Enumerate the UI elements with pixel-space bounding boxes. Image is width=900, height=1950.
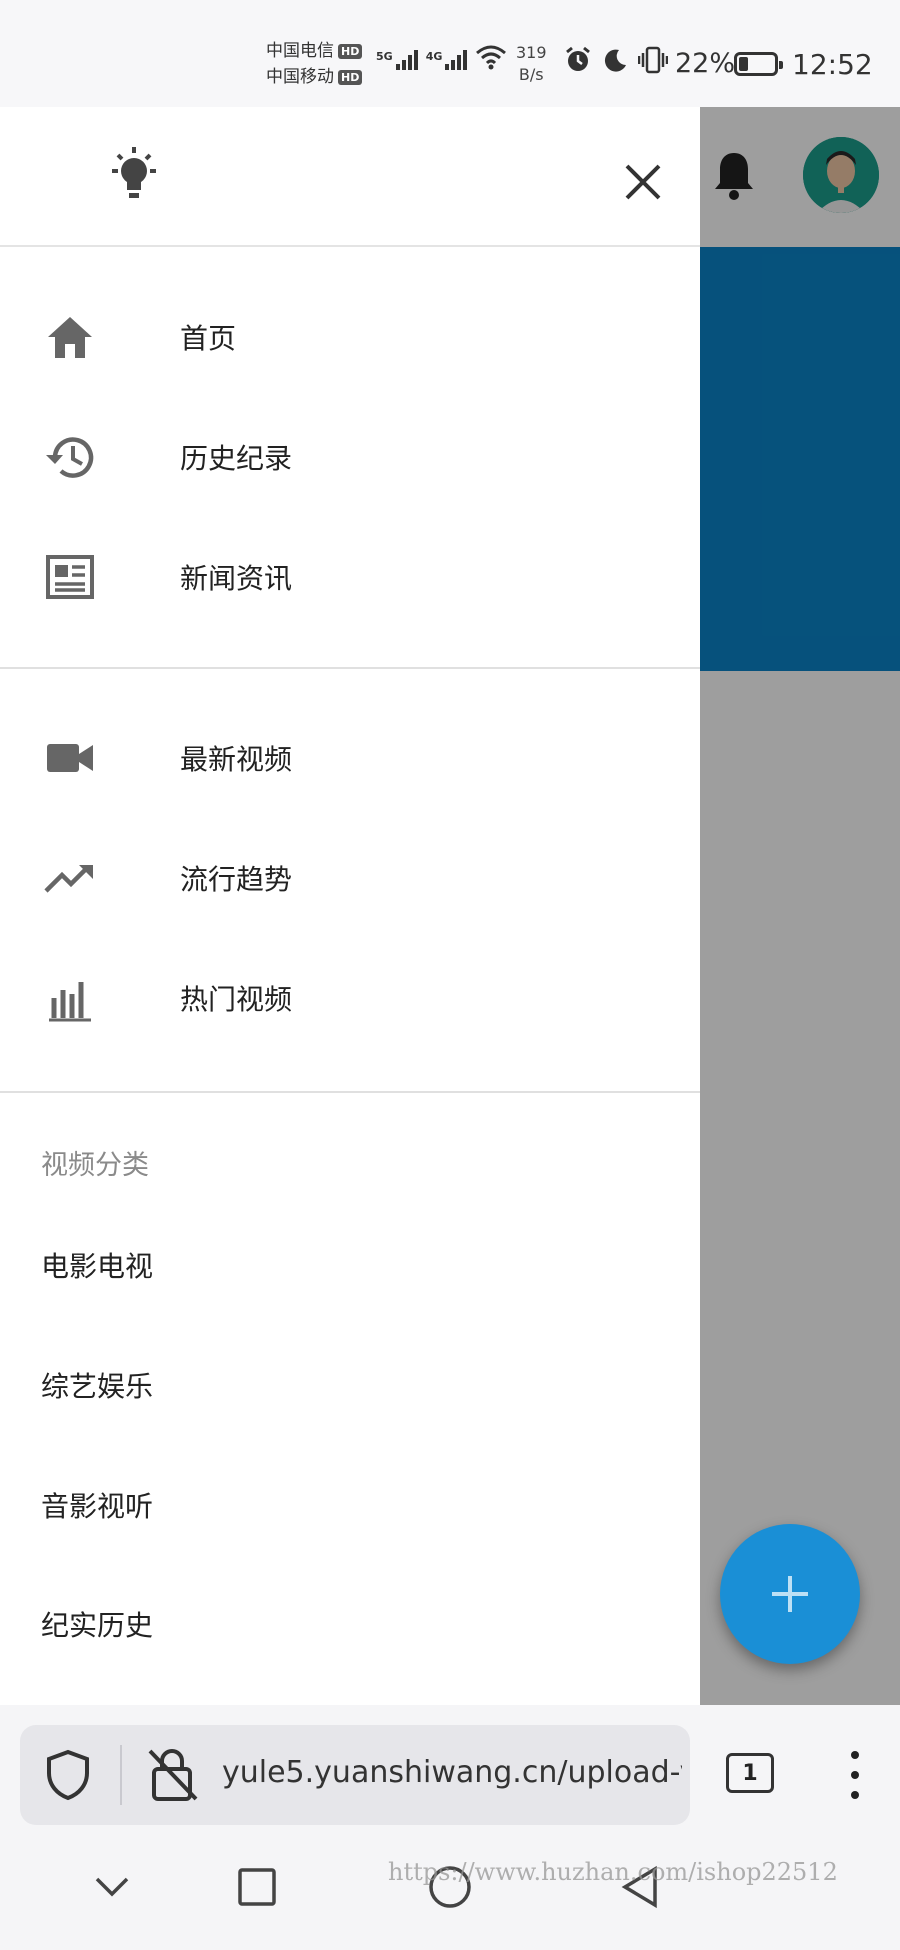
signal-5g-icon: 5G <box>376 50 418 70</box>
category-label: 电影电视 <box>41 1250 154 1283</box>
carrier-2: 中国移动 <box>266 67 334 87</box>
nav-item-latest-videos[interactable]: 最新视频 <box>0 703 700 813</box>
signal-4g-icon: 4G <box>426 50 468 70</box>
status-bar: 中国电信 HD 中国移动 HD 5G 4G 319 B/s 22% 12:52 <box>0 0 900 107</box>
lightbulb-icon[interactable] <box>104 145 164 207</box>
battery-percent: 22% <box>675 48 736 79</box>
close-button[interactable] <box>616 155 670 209</box>
category-item[interactable]: 综艺娱乐 <box>0 1330 700 1440</box>
category-label: 音影视听 <box>41 1490 154 1523</box>
category-label: 综艺娱乐 <box>41 1370 154 1403</box>
url-text: yule5.yuanshiwang.cn/upload-vi <box>222 1755 682 1790</box>
hd-badge: HD <box>338 43 363 59</box>
carrier-1: 中国电信 <box>266 41 334 61</box>
nav-item-label: 首页 <box>180 322 237 355</box>
nav-drawer: 首页 历史纪录 新闻资讯 最新视频 流行趋势 热门视频 视频分类 电影电视 综艺… <box>0 107 700 1705</box>
nav-recents-button[interactable] <box>222 1852 292 1922</box>
vibrate-icon <box>638 46 668 74</box>
home-icon <box>42 309 98 365</box>
chevron-down-icon <box>95 1877 129 1897</box>
alarm-icon <box>566 46 590 71</box>
divider <box>0 667 700 669</box>
nav-item-label: 热门视频 <box>180 983 293 1016</box>
videocam-icon <box>42 730 98 786</box>
speed-unit: B/s <box>518 65 544 84</box>
system-icons <box>564 46 668 74</box>
lock-off-icon[interactable] <box>148 1747 198 1803</box>
hd-badge: HD <box>338 69 363 85</box>
nav-item-label: 新闻资讯 <box>180 562 293 595</box>
battery-icon <box>734 52 783 76</box>
wifi-icon <box>476 45 507 70</box>
url-separator <box>120 1745 122 1805</box>
close-icon <box>625 164 661 200</box>
nav-item-history[interactable]: 历史纪录 <box>0 402 700 512</box>
category-label: 纪实历史 <box>41 1609 154 1642</box>
divider <box>0 1091 700 1093</box>
add-fab-button[interactable] <box>720 1524 860 1664</box>
nav-item-label: 历史纪录 <box>180 442 293 475</box>
nav-item-hot-videos[interactable]: 热门视频 <box>0 943 700 1053</box>
category-item[interactable]: 电影电视 <box>0 1210 700 1320</box>
trending-up-icon <box>42 850 98 906</box>
nav-item-label: 最新视频 <box>180 743 293 776</box>
speed-value: 319 <box>516 43 547 62</box>
plus-icon <box>772 1576 808 1612</box>
browser-toolbar: yule5.yuanshiwang.cn/upload-vi 1 <box>0 1705 900 1830</box>
category-item[interactable]: 纪实历史 <box>0 1569 700 1679</box>
address-bar[interactable]: yule5.yuanshiwang.cn/upload-vi <box>20 1725 690 1825</box>
network-signal: 5G 4G <box>376 44 507 70</box>
shield-icon[interactable] <box>44 1749 92 1801</box>
square-icon <box>238 1868 276 1906</box>
more-vert-icon[interactable] <box>840 1751 870 1799</box>
category-item[interactable]: 音影视听 <box>0 1450 700 1560</box>
history-icon <box>42 429 98 485</box>
clock: 12:52 <box>792 48 873 81</box>
nav-item-trending[interactable]: 流行趋势 <box>0 823 700 933</box>
nav-item-label: 流行趋势 <box>180 863 293 896</box>
carrier-info: 中国电信 HD 中国移动 HD <box>266 38 363 90</box>
drawer-header <box>0 107 700 247</box>
tabs-button[interactable]: 1 <box>726 1753 774 1793</box>
category-heading: 视频分类 <box>41 1150 149 1181</box>
nav-collapse-button[interactable] <box>77 1852 147 1922</box>
moon-icon <box>604 49 626 72</box>
nav-item-home[interactable]: 首页 <box>0 282 700 392</box>
system-nav-bar: https://www.huzhan.com/ishop22512 <box>0 1830 900 1950</box>
watermark: https://www.huzhan.com/ishop22512 <box>388 1858 838 1886</box>
news-icon <box>42 549 98 605</box>
nav-item-news[interactable]: 新闻资讯 <box>0 522 700 632</box>
network-speed: 319 B/s <box>516 42 547 86</box>
bar-chart-icon <box>42 970 98 1026</box>
